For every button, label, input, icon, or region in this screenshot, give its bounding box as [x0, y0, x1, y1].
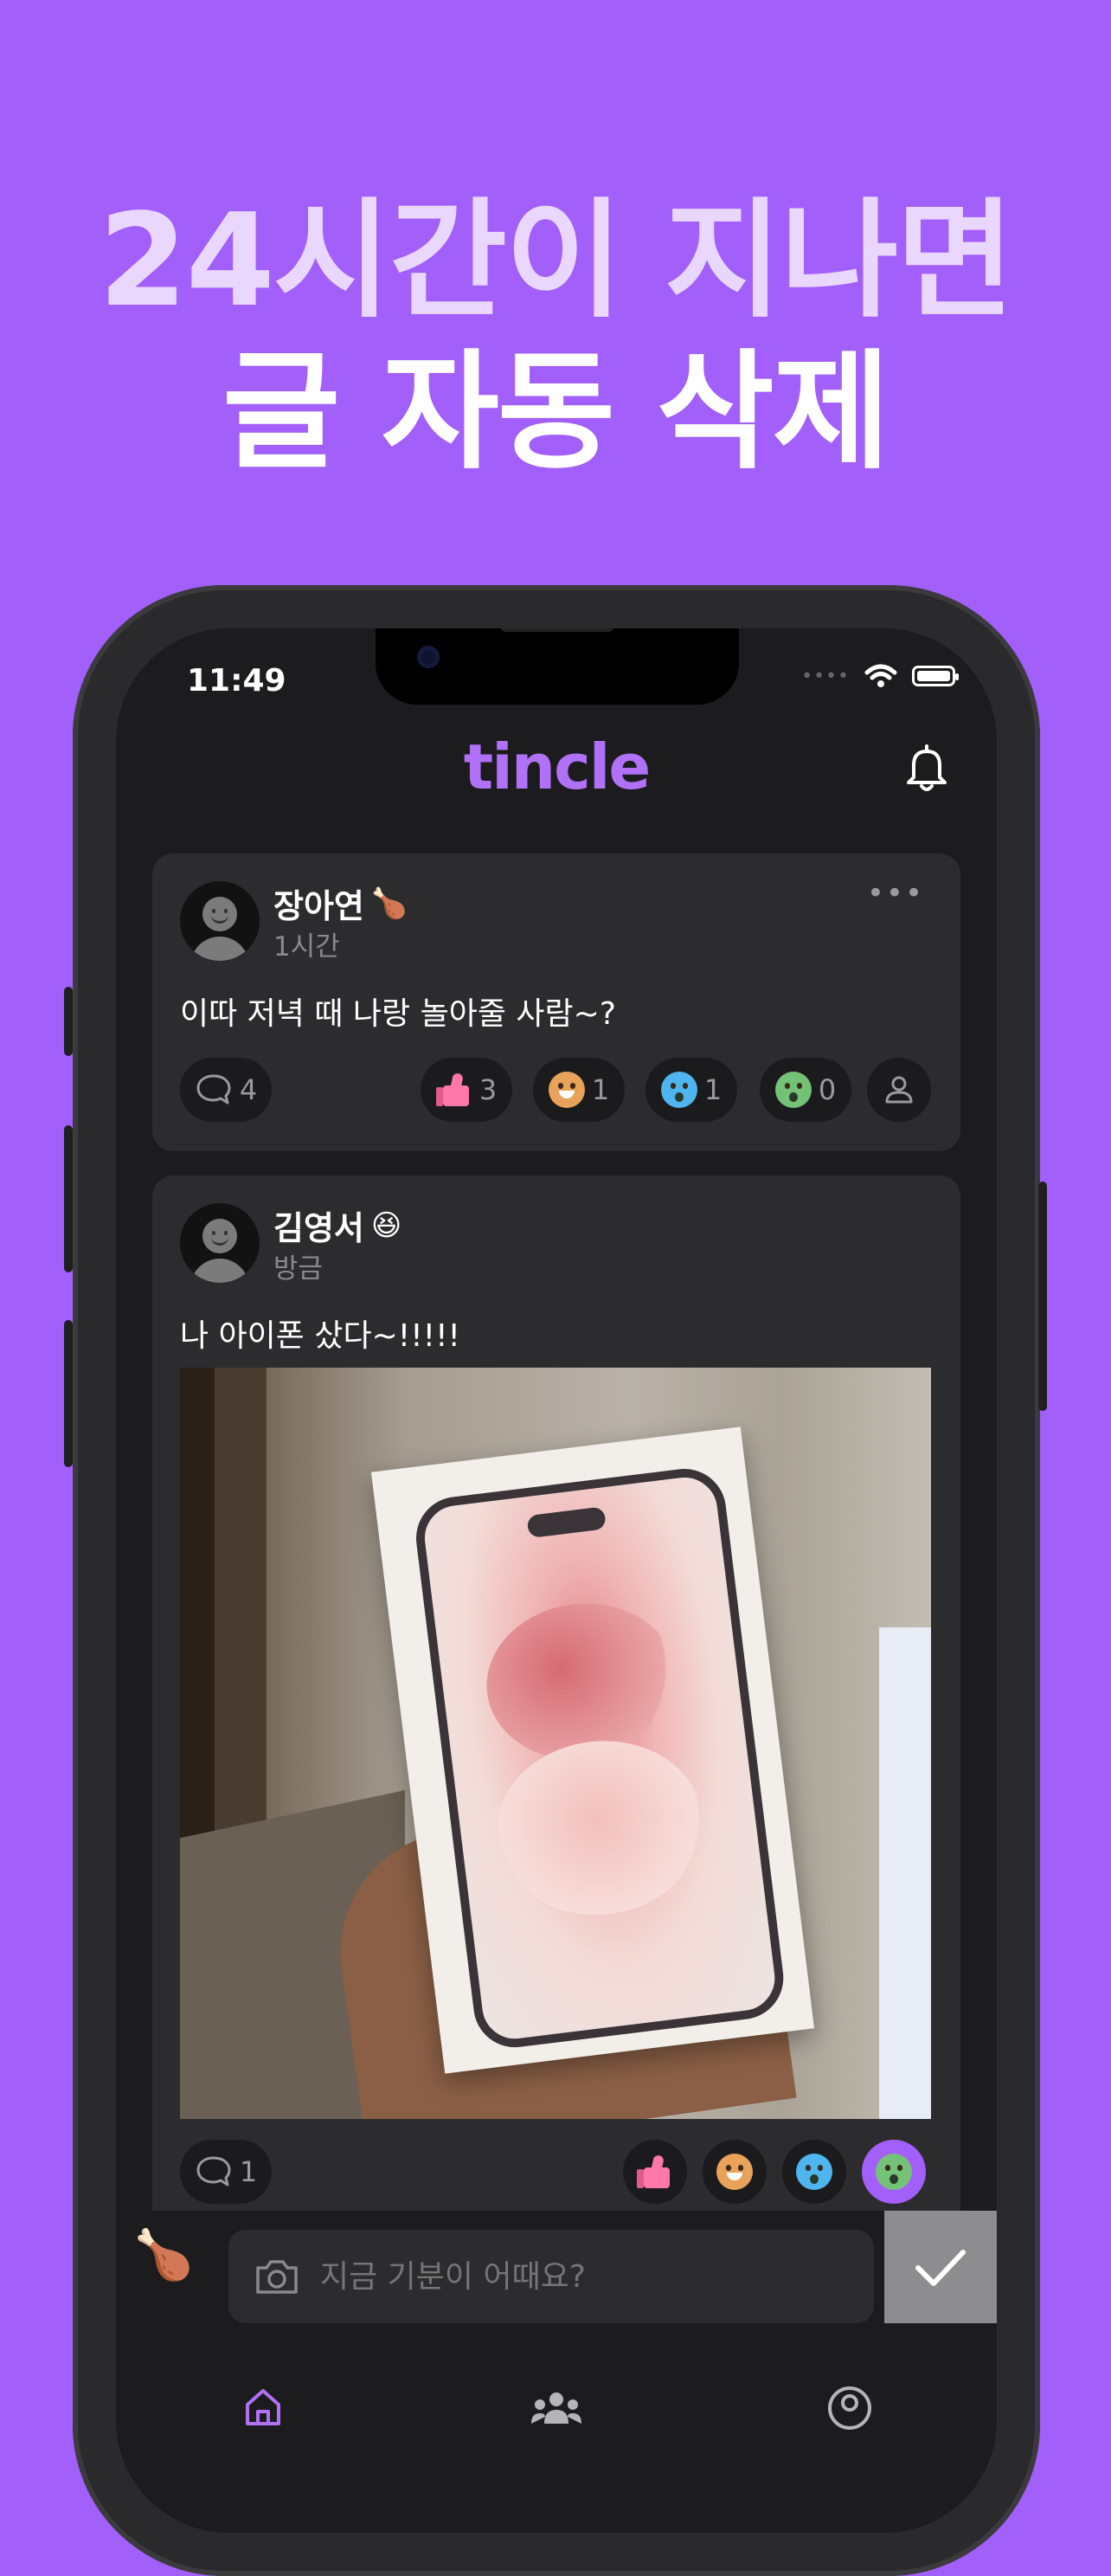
- reactors-button[interactable]: [867, 1058, 931, 1122]
- notch: [376, 628, 739, 705]
- thumbs-up-icon: [435, 1072, 472, 1108]
- signal-dots-icon: ••••: [801, 665, 850, 687]
- home-icon[interactable]: [242, 2386, 284, 2427]
- cry-emoji-icon: [796, 2154, 832, 2190]
- power-button: [1038, 1182, 1047, 1411]
- thumbs-up-icon: [637, 2154, 673, 2190]
- reaction-laugh[interactable]: [703, 2140, 767, 2204]
- headline-line2: 글 자동 삭제: [222, 338, 890, 486]
- post-text: 이따 저녁 때 나랑 놀아줄 사람~?: [180, 996, 616, 1032]
- surprise-emoji-icon: [774, 1072, 812, 1108]
- comment-count: 1: [239, 2155, 258, 2188]
- reaction-count: 1: [591, 1073, 610, 1106]
- status-time: 11:49: [187, 663, 286, 699]
- comment-count: 4: [239, 1073, 258, 1106]
- post-card: 김영서 😆 방금 나 아이폰 샀다~!!!!! 1: [152, 1175, 960, 2240]
- reaction-count: 0: [818, 1073, 837, 1106]
- author-name[interactable]: 장아연 🍗: [273, 879, 408, 927]
- post-time: 방금: [273, 1253, 324, 1285]
- profile-icon[interactable]: [827, 2386, 872, 2431]
- phone-screen: 11:49 •••• tincle 장아연 🍗 1시간 ••• 이따 저녁 때 …: [116, 628, 997, 2533]
- laugh-emoji-icon: [716, 2154, 753, 2190]
- reaction-laugh[interactable]: 1: [533, 1058, 625, 1122]
- camera-icon[interactable]: [253, 2256, 301, 2297]
- laugh-emoji-icon: [548, 1072, 585, 1108]
- volume-down-button: [64, 1320, 73, 1467]
- wifi-icon: [864, 664, 897, 687]
- avatar[interactable]: [180, 1203, 260, 1283]
- mute-switch: [64, 987, 73, 1056]
- composer-bar: 🍗: [116, 2211, 997, 2323]
- author-name-text: 김영서: [273, 1209, 364, 1247]
- mood-input[interactable]: [318, 2257, 841, 2296]
- author-name[interactable]: 김영서 😆: [273, 1201, 401, 1249]
- comment-icon: [196, 1074, 231, 1104]
- person-icon: [885, 1076, 913, 1104]
- bell-icon[interactable]: [902, 743, 952, 795]
- comment-icon: [196, 2156, 231, 2186]
- reaction-count: 1: [703, 1073, 722, 1106]
- battery-icon: [912, 666, 959, 686]
- post-card: 장아연 🍗 1시간 ••• 이따 저녁 때 나랑 놀아줄 사람~? 4 3 1 …: [152, 853, 960, 1151]
- front-camera: [417, 646, 440, 668]
- reaction-thumbs-up[interactable]: [623, 2140, 687, 2204]
- reaction-surprise-selected[interactable]: [862, 2140, 926, 2204]
- laughing-face-icon: 😆: [370, 1208, 402, 1243]
- surprise-emoji-icon: [876, 2154, 912, 2190]
- reaction-surprise[interactable]: 0: [760, 1058, 851, 1122]
- mood-input-box[interactable]: [228, 2230, 874, 2323]
- avatar[interactable]: [180, 881, 260, 961]
- post-time: 1시간: [273, 931, 340, 963]
- author-name-text: 장아연: [273, 887, 364, 925]
- reaction-thumbs-up[interactable]: 3: [421, 1058, 512, 1122]
- volume-up-button: [64, 1125, 73, 1272]
- post-text: 나 아이폰 샀다~!!!!!: [180, 1318, 460, 1354]
- reaction-cry[interactable]: [782, 2140, 846, 2204]
- reaction-cry[interactable]: 1: [645, 1058, 737, 1122]
- tab-bar: [116, 2323, 997, 2533]
- check-icon: [915, 2250, 966, 2286]
- reaction-count: 3: [478, 1073, 498, 1106]
- app-title: tincle: [463, 731, 652, 803]
- more-options-icon[interactable]: •••: [867, 876, 924, 911]
- submit-button[interactable]: [884, 2211, 997, 2323]
- status-icons: ••••: [801, 663, 959, 689]
- post-photo[interactable]: [180, 1368, 931, 2119]
- cry-emoji-icon: [660, 1072, 697, 1108]
- friends-icon[interactable]: [530, 2386, 583, 2427]
- chicken-leg-icon: 🍗: [370, 886, 408, 921]
- speaker: [501, 628, 613, 632]
- comment-button[interactable]: 4: [180, 1058, 272, 1122]
- chicken-leg-icon[interactable]: 🍗: [133, 2226, 194, 2283]
- comment-button[interactable]: 1: [180, 2140, 272, 2204]
